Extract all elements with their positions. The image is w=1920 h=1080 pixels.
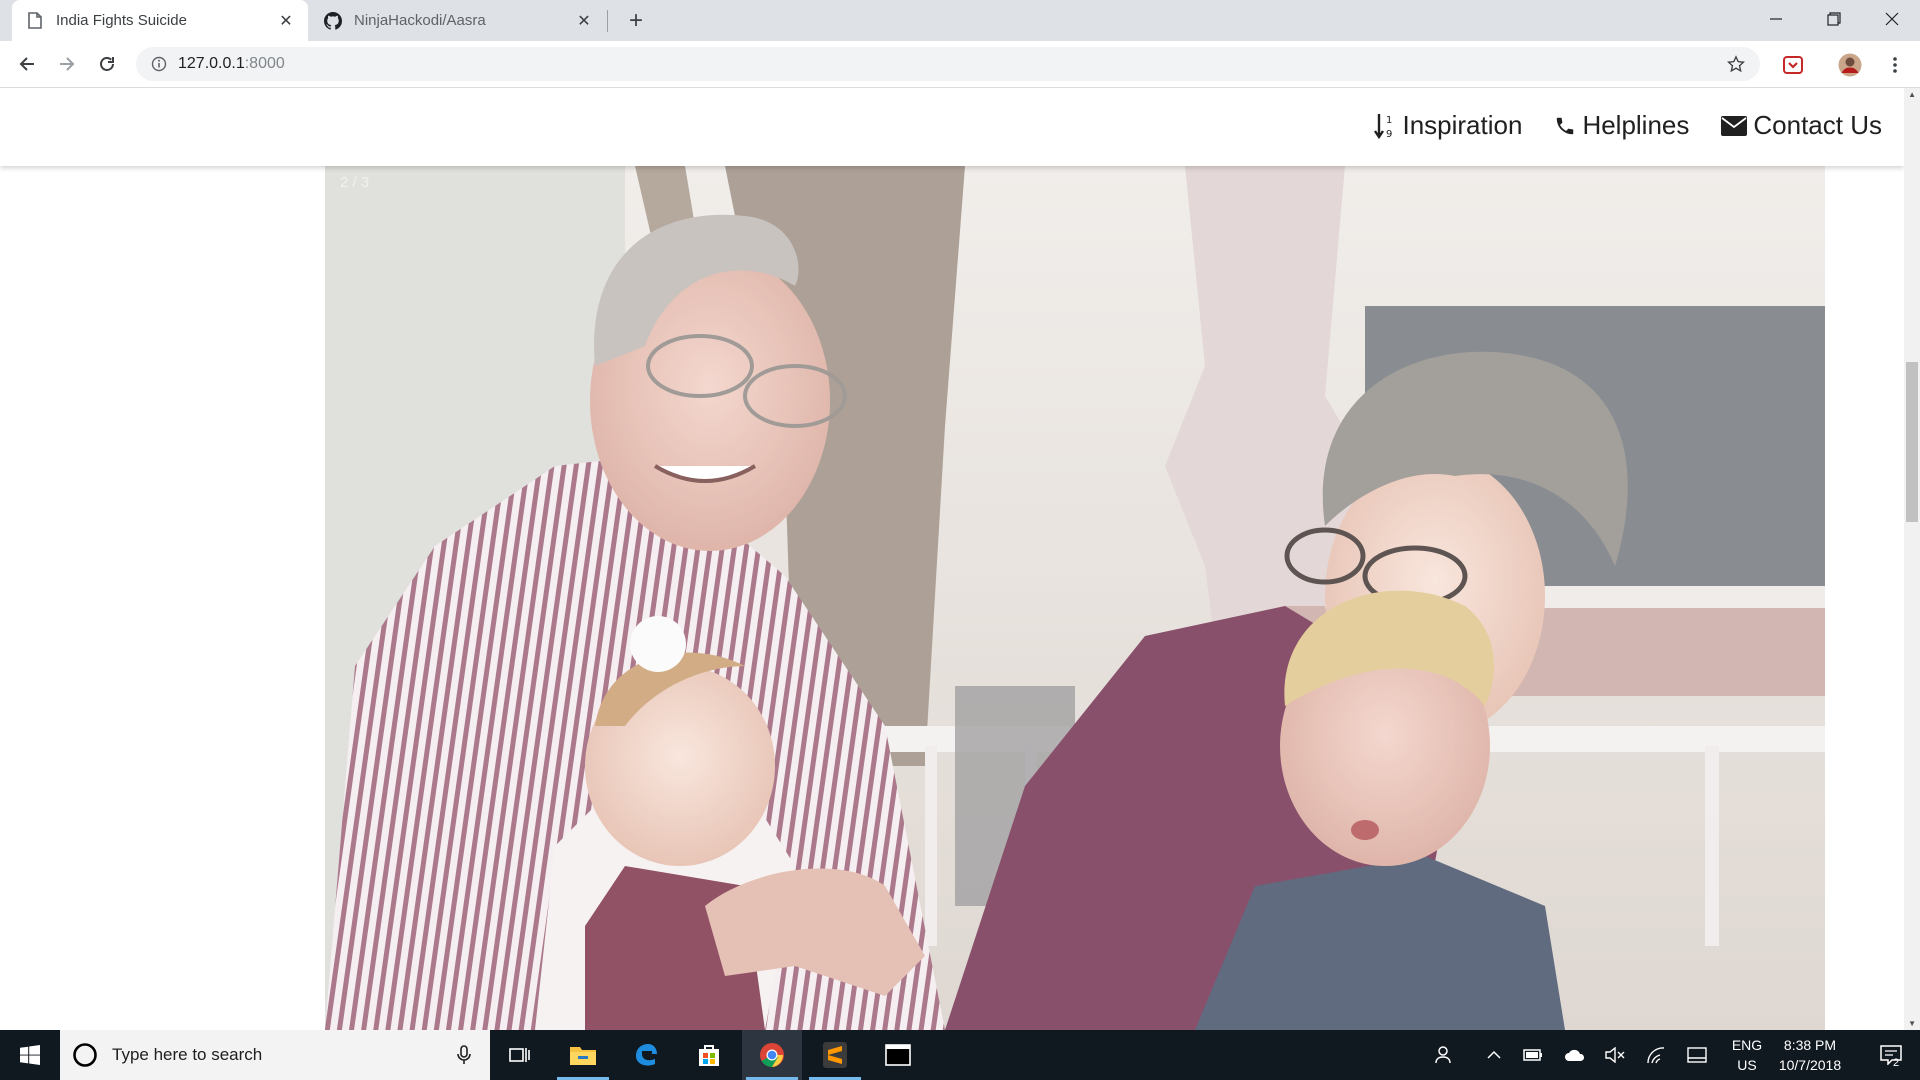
- task-view-icon: [509, 1048, 530, 1062]
- sublime-text-button[interactable]: [805, 1030, 865, 1080]
- file-explorer-button[interactable]: [553, 1030, 613, 1080]
- start-button[interactable]: [0, 1030, 60, 1080]
- onedrive-icon[interactable]: [1563, 1043, 1587, 1067]
- forward-button[interactable]: [52, 49, 82, 79]
- close-tab-icon[interactable]: ✕: [574, 11, 594, 31]
- windows-logo-icon: [20, 1045, 40, 1065]
- info-icon[interactable]: [150, 55, 168, 73]
- site-navbar: 19 Inspiration Helplines Contact Us: [0, 88, 1904, 166]
- edge-icon: [636, 1044, 657, 1066]
- chrome-button[interactable]: [742, 1030, 802, 1080]
- scroll-thumb[interactable]: [1906, 362, 1918, 522]
- chrome-icon: [760, 1043, 784, 1067]
- svg-text:1: 1: [1386, 115, 1392, 126]
- volume-muted-icon[interactable]: [1603, 1043, 1627, 1067]
- microphone-icon[interactable]: [452, 1043, 476, 1067]
- nav-helplines[interactable]: Helplines: [1554, 110, 1689, 141]
- show-hidden-icons-icon[interactable]: [1482, 1043, 1506, 1067]
- keyboard-layout: US: [1737, 1057, 1757, 1073]
- tab-strip: India Fights Suicide ✕ NinjaHackodi/Aasr…: [0, 0, 1920, 41]
- nav-contact-us-label: Contact Us: [1753, 110, 1882, 140]
- nav-inspiration-label: Inspiration: [1402, 110, 1523, 140]
- envelope-icon: [1721, 115, 1748, 136]
- nav-links: 19 Inspiration Helplines Contact Us: [1374, 110, 1882, 141]
- taskbar-search[interactable]: Type here to search: [60, 1030, 490, 1080]
- sort-numeric-icon: 19: [1374, 112, 1396, 140]
- close-tab-icon[interactable]: ✕: [276, 11, 296, 31]
- bookmark-star-icon[interactable]: [1726, 54, 1746, 74]
- wifi-icon[interactable]: [1644, 1043, 1668, 1067]
- url-host: 127.0.0.1: [178, 55, 245, 72]
- tab-india-fights-suicide[interactable]: India Fights Suicide ✕: [12, 0, 308, 41]
- terminal-icon: [885, 1044, 911, 1066]
- pocket-extension-icon[interactable]: [1781, 53, 1805, 77]
- tab-title: NinjaHackodi/Aasra: [354, 12, 486, 29]
- notifications-button[interactable]: 2: [1862, 1030, 1920, 1080]
- profile-avatar[interactable]: [1838, 53, 1862, 77]
- cortana-icon: [73, 1043, 97, 1067]
- chrome-menu-icon[interactable]: [1883, 53, 1907, 77]
- nav-contact-us[interactable]: Contact Us: [1721, 110, 1882, 141]
- terminal-button[interactable]: [868, 1030, 928, 1080]
- tab-title: India Fights Suicide: [56, 12, 187, 29]
- github-icon: [324, 11, 342, 30]
- input-language[interactable]: ENG US: [1724, 1035, 1770, 1075]
- minimize-button[interactable]: [1748, 0, 1804, 38]
- tab-separator: [607, 10, 608, 32]
- restore-button[interactable]: [1806, 0, 1862, 38]
- windows-taskbar: Type here to search ENG US 8:38 PM 10/7/…: [0, 1030, 1920, 1080]
- edge-button[interactable]: [616, 1030, 676, 1080]
- clock-date: 10/7/2018: [1778, 1057, 1842, 1073]
- people-icon[interactable]: [1433, 1043, 1457, 1067]
- notification-count: 2: [1893, 1057, 1900, 1069]
- sublime-text-icon: [823, 1042, 847, 1068]
- scroll-up-icon[interactable]: ▲: [1908, 90, 1916, 99]
- scroll-down-icon[interactable]: ▼: [1908, 1019, 1916, 1028]
- page-icon: [26, 12, 44, 30]
- store-icon: [699, 1045, 719, 1066]
- address-bar[interactable]: 127.0.0.1:8000: [136, 47, 1760, 81]
- browser-toolbar: 127.0.0.1:8000: [0, 41, 1920, 88]
- new-tab-button[interactable]: +: [622, 7, 650, 34]
- battery-icon[interactable]: [1521, 1043, 1545, 1067]
- search-placeholder: Type here to search: [112, 1045, 263, 1064]
- svg-text:9: 9: [1386, 129, 1392, 140]
- language-code: ENG: [1731, 1037, 1763, 1053]
- family-photo: [325, 166, 1825, 1030]
- url-port: :8000: [244, 55, 285, 72]
- task-view-button[interactable]: [490, 1030, 550, 1080]
- page-scrollbar[interactable]: ▲ ▼: [1904, 88, 1920, 1030]
- taskbar-clock[interactable]: 8:38 PM 10/7/2018: [1772, 1035, 1848, 1075]
- back-button[interactable]: [12, 49, 42, 79]
- tab-github-aasra[interactable]: NinjaHackodi/Aasra ✕: [310, 0, 606, 41]
- store-button[interactable]: [679, 1030, 739, 1080]
- reload-button[interactable]: [92, 49, 122, 79]
- url-text: 127.0.0.1:8000: [178, 55, 285, 73]
- file-explorer-icon: [570, 1047, 596, 1065]
- phone-icon: [1554, 115, 1576, 137]
- clock-time: 8:38 PM: [1783, 1037, 1837, 1053]
- close-window-button[interactable]: [1864, 0, 1920, 38]
- slideshow-slide[interactable]: 2 / 3: [325, 166, 1825, 1030]
- nav-inspiration[interactable]: 19 Inspiration: [1374, 110, 1522, 141]
- slide-counter: 2 / 3: [340, 174, 370, 191]
- action-center-display-icon[interactable]: [1685, 1043, 1709, 1067]
- page-viewport: 19 Inspiration Helplines Contact Us 2 / …: [0, 88, 1920, 1030]
- nav-helplines-label: Helplines: [1582, 110, 1690, 140]
